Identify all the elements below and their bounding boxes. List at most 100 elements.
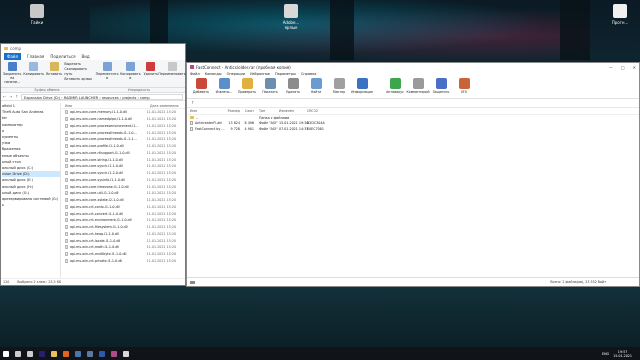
breadcrumb-item[interactable]: RADMIR LAUNCHER [64, 96, 98, 100]
paste-button[interactable]: Вставить [46, 62, 62, 85]
file-row[interactable]: api-ms-win-core-string-l1-1-0.dll 11.01.2… [61, 156, 185, 163]
maximize-button[interactable]: □ [621, 65, 625, 70]
paste-shortcut-button[interactable]: Вставить ярлык [64, 77, 94, 82]
tab-share[interactable]: Поделиться [50, 54, 75, 59]
column-type[interactable]: Тип [257, 109, 279, 113]
file-row[interactable]: api-ms-win-core-sysinfo-l1-1-0.dll 11.01.… [61, 177, 185, 184]
desktop-icon-gaiki[interactable]: Гайки [22, 4, 52, 25]
file-row[interactable]: api-ms-win-core-synch-l1-1-0.dll 11.01.20… [61, 163, 185, 170]
winrar-taskbar-button[interactable] [108, 347, 120, 360]
file-row[interactable]: api-ms-win-crt-math-l1-1-0.dll 11.01.2021… [61, 244, 185, 251]
menu-item[interactable]: Файл [190, 72, 200, 76]
breadcrumb-item[interactable]: projects [122, 96, 136, 100]
steam-taskbar-button[interactable] [84, 347, 96, 360]
copy-button[interactable]: Копировать [23, 62, 44, 85]
file-row[interactable]: api-ms-win-core-timezone-l1-1-0.dll 11.01… [61, 183, 185, 190]
clock[interactable]: 19:57 15.01.2021 [613, 350, 632, 358]
file-row[interactable]: api-ms-win-crt-private-l1-1-0.dll 11.01.2… [61, 258, 185, 265]
nav-item[interactable]: ь [2, 202, 60, 208]
comment-button[interactable]: Комментарий [406, 78, 430, 94]
delete-button[interactable]: Удалить [282, 78, 304, 94]
tab-file[interactable]: Файл [4, 53, 22, 60]
breadcrumb-item[interactable]: comp [140, 96, 150, 100]
file-row[interactable]: api-ms-win-crt-filesystem-l1-1-0.dll 11.0… [61, 224, 185, 231]
file-row[interactable]: api-ms-win-crt-convert-l1-1-0.dll 11.01.2… [61, 210, 185, 217]
pin-button[interactable]: Закрепить на панели... [3, 62, 21, 85]
file-name: api-ms-win-crt-math-l1-1-0.dll [69, 245, 120, 250]
explorer-titlebar[interactable]: comp [1, 44, 185, 53]
file-row[interactable]: api-ms-win-core-util-l1-1-0.dll 11.01.202… [61, 190, 185, 197]
app-taskbar-button[interactable] [120, 347, 132, 360]
premiere-taskbar-button[interactable] [36, 347, 48, 360]
move-to-button[interactable]: Переместить в [96, 62, 119, 85]
archive-row[interactable]: FastConnect by ... 9 728 4 901 Файл "ASI" 07… [187, 126, 639, 132]
archive-window[interactable]: FastConnect - Antics/older.rar (пробная … [186, 62, 640, 287]
search-taskbar-button[interactable] [12, 347, 24, 360]
wizard-button[interactable]: Мастер [328, 78, 350, 94]
file-row[interactable]: api-ms-win-core-processthreads-l1-1-0...… [61, 129, 185, 136]
menu-item[interactable]: Параметры [275, 72, 296, 76]
forward-arrow-icon[interactable]: → [9, 94, 13, 99]
address-path[interactable]: Expansion Drive (D:) › RADMIR LAUNCHER ›… [21, 93, 183, 100]
find-button[interactable]: Найти [305, 78, 327, 94]
back-arrow-icon[interactable]: ← [3, 94, 7, 99]
delete-button[interactable]: Удалить [143, 62, 159, 85]
column-date[interactable]: Дата изменения [150, 104, 178, 108]
up-arrow-icon[interactable]: ↑ [15, 94, 19, 99]
language-indicator[interactable]: ENG [602, 352, 609, 356]
breadcrumb-item[interactable]: Expansion Drive (D:) [24, 96, 60, 100]
file-row[interactable]: api-ms-win-core-synch-l1-2-0.dll 11.01.20… [61, 170, 185, 177]
copy-path-button[interactable]: Скопировать путь [64, 67, 94, 77]
desktop-icon-prog[interactable]: Прогн... [605, 4, 635, 25]
minimize-button[interactable]: — [609, 65, 613, 70]
view-button[interactable]: Показать [259, 78, 281, 94]
add-button[interactable]: Добавить [190, 78, 212, 94]
tab-view[interactable]: Вид [81, 54, 89, 59]
explorer-taskbar-button[interactable] [48, 347, 60, 360]
protect-button[interactable]: Защитить [430, 78, 452, 94]
photoshop-taskbar-button[interactable] [96, 347, 108, 360]
tab-home[interactable]: Главная [27, 54, 44, 59]
close-button[interactable]: ✕ [633, 65, 636, 70]
file-date: 11.01.2021 15:20 [146, 130, 177, 135]
column-compressed[interactable]: Сжат [243, 109, 257, 113]
menu-item[interactable]: Команды [205, 72, 222, 76]
column-name[interactable]: Имя [61, 104, 150, 108]
file-row[interactable]: api-ms-win-core-processenvironment-l1...… [61, 123, 185, 130]
task-view-taskbar-button[interactable] [24, 347, 36, 360]
file-row[interactable]: api-ms-win-core-profile-l1-1-0.dll 11.01.… [61, 143, 185, 150]
vk-taskbar-button[interactable] [72, 347, 84, 360]
copy-to-button[interactable]: Копировать в [120, 62, 141, 85]
file-row[interactable]: api-ms-win-core-namedpipe-l1-1-0.dll 11.0… [61, 116, 185, 123]
desktop-icon-adobe[interactable]: Adobe... ярлык [276, 4, 306, 30]
explorer-window[interactable]: comp Файл Главная Поделиться Вид Закрепи… [0, 43, 186, 286]
column-size[interactable]: Размер [227, 109, 243, 113]
column-crc[interactable]: CRC32 [307, 109, 329, 113]
sfx-button[interactable]: SFX [453, 78, 475, 94]
test-button[interactable]: Проверить [236, 78, 258, 94]
menu-item[interactable]: Справка [301, 72, 316, 76]
file-row[interactable]: api-ms-win-crt-environment-l1-1-0.dll 11.… [61, 217, 185, 224]
file-row[interactable]: api-ms-win-core-memory-l1-1-0.dll 11.01.2… [61, 109, 185, 116]
file-row[interactable]: api-ms-win-core-processthreads-l1-1-1...… [61, 136, 185, 143]
firefox-taskbar-button[interactable] [60, 347, 72, 360]
file-row[interactable]: api-ms-win-crt-locale-l1-1-0.dll 11.01.20… [61, 237, 185, 244]
start-taskbar-button[interactable] [0, 347, 12, 360]
up-folder-button[interactable]: ↑ [187, 99, 639, 106]
nav-item[interactable]: арезервировано системой (G:) [2, 196, 60, 202]
file-row[interactable]: api-ms-win-crt-multibyte-l1-1-0.dll 11.01… [61, 251, 185, 258]
file-row[interactable]: api-ms-win-core-xstate-l2-1-0.dll 11.01.2… [61, 197, 185, 204]
rename-button[interactable]: Переименовать [158, 62, 186, 85]
info-button[interactable]: Информация [351, 78, 373, 94]
antivirus-button[interactable]: Антивирус [384, 78, 406, 94]
archive-titlebar[interactable]: FastConnect - Antics/older.rar (пробная … [187, 63, 639, 71]
menu-item[interactable]: Избранное [250, 72, 270, 76]
column-modified[interactable]: Изменён [279, 109, 307, 113]
menu-item[interactable]: Операции [227, 72, 246, 76]
file-row[interactable]: api-ms-win-core-rtlsupport-l1-1-0.dll 11.… [61, 150, 185, 157]
file-row[interactable]: api-ms-win-crt-conio-l1-1-0.dll 11.01.202… [61, 204, 185, 211]
breadcrumb-item[interactable]: resources [102, 96, 119, 100]
column-name[interactable]: Имя [187, 109, 227, 113]
extract-button[interactable]: Извлечь... [213, 78, 235, 94]
file-row[interactable]: api-ms-win-crt-heap-l1-1-0.dll 11.01.2021… [61, 231, 185, 238]
